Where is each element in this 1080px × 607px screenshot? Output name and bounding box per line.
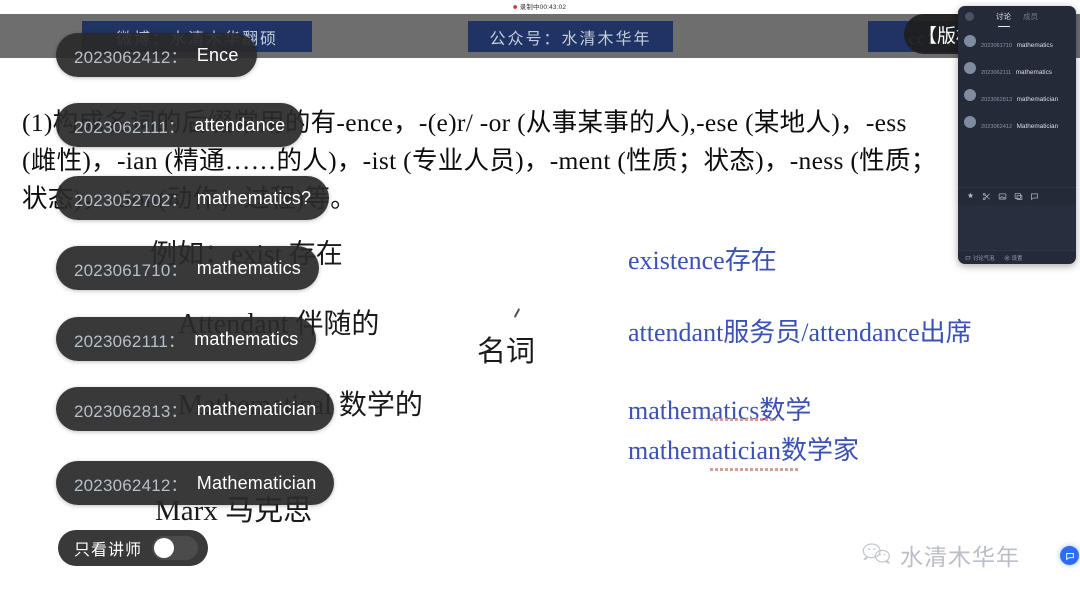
subtitle-message: mathematics? [196,187,312,208]
subtitle-message: mathematics [196,257,301,278]
chat-panel-footer: 讨论气泡 设置 [958,250,1076,264]
subtitle-bubble: 2023061710： mathematics [56,246,319,290]
chat-message-author: 2023062412 [981,124,1013,130]
subtitle-bubble: 2023062412： Ence [56,33,257,77]
screenshot-icon[interactable] [1014,192,1023,201]
comment-icon[interactable] [1030,192,1039,201]
spellcheck-underline-mathematics [710,418,776,421]
bubble-icon [965,255,971,261]
vocab-line-mathematician: mathematician数学家 [628,436,860,465]
subtitle-message: mathematics [194,328,299,349]
watermark-text: 水清木华年 [900,545,1020,570]
subtitle-bubble: 2023062412： Mathematician [56,461,335,505]
subtitle-user-id: 2023052702： [74,190,188,210]
chat-message-text: mathematics [1015,69,1052,76]
subtitle-user-id: 2023061710： [74,260,188,280]
discussion-bubble-label: 讨论气泡 [973,255,995,262]
chat-input-area[interactable] [958,205,1076,250]
chat-message-author: 2023062813 [981,97,1013,103]
avatar [964,62,976,74]
recording-dot-icon [513,5,518,9]
avatar [964,116,976,128]
recording-status-text: 录制中00:43:02 [520,4,567,11]
chat-header-avatar [965,12,974,21]
switch-knob [154,538,175,558]
ink-note-noun-label: 名词 [477,336,536,368]
banner-official-account-text: 公众号：水清木华年 [489,30,652,48]
tab-members[interactable]: 成员 [1023,11,1038,25]
wechat-icon [862,542,892,568]
subtitle-bubble: 2023062111： mathematics [56,317,317,361]
wechat-watermark: 水清木华年 [862,538,1079,572]
gear-icon [1004,255,1009,260]
chat-message-item[interactable]: 2023062813 mathematician [964,88,1070,106]
chat-panel[interactable]: 讨论 成员 2023061710 mathematics 2023062111 … [958,6,1076,264]
only-lecturer-switch[interactable] [152,536,199,560]
settings-button[interactable]: 设置 [1004,254,1023,262]
scissors-icon[interactable] [982,192,991,201]
banner-official-account: 公众号：水清木华年 [468,21,673,52]
chat-panel-header: 讨论 成员 [958,6,1076,30]
subtitle-user-id: 2023062412： [74,47,188,67]
avatar [964,89,976,101]
chat-message-author: 2023062111 [981,70,1012,76]
chat-message-list[interactable]: 2023061710 mathematics 2023062111 mathem… [958,30,1076,187]
subtitle-bubble: 2023062813： mathematician [56,387,335,431]
discussion-bubble-button[interactable]: 讨论气泡 [965,254,995,262]
chat-message-item[interactable]: 2023062412 Mathematician [964,115,1070,133]
subtitle-user-id: 2023062111： [74,331,186,351]
emoji-icon[interactable] [966,192,975,201]
only-lecturer-label: 只看讲师 [74,542,143,559]
only-lecturer-toggle[interactable]: 只看讲师 [58,530,209,566]
chat-message-author: 2023061710 [981,43,1013,49]
chat-message-text: mathematician [1016,96,1059,103]
subtitle-message: Mathematician [196,472,317,493]
image-icon[interactable] [998,192,1007,201]
vocab-line-existence: existence存在 [628,246,777,275]
chat-message-item[interactable]: 2023061710 mathematics [964,34,1070,52]
subtitle-message: Ence [196,44,239,65]
subtitle-message: attendance [194,114,286,135]
chat-tools-row [958,187,1076,205]
subtitle-user-id: 2023062111： [74,117,186,137]
message-badge-icon [1060,546,1079,565]
subtitle-bubble: 2023062111： attendance [56,103,304,147]
tab-discussion[interactable]: 讨论 [996,11,1011,25]
settings-label: 设置 [1011,255,1023,262]
chat-message-text: mathematics [1016,42,1053,49]
ink-tick-mark-icon [513,308,521,318]
vocab-line-attendant: attendant服务员/attendance出席 [628,318,972,347]
lecture-screen-share: 录制中00:43:02 微博：水清木华翻硕 公众号：水清木华年 cc：水清木华年… [0,0,1080,607]
recording-strip: 录制中00:43:02 [0,0,1080,14]
subtitle-message: mathematician [196,398,317,419]
spellcheck-underline-mathematician [710,468,800,471]
subtitle-user-id: 2023062412： [74,475,188,495]
chat-message-text: Mathematician [1016,123,1059,130]
avatar [964,35,976,47]
subtitle-bubble: 2023052702： mathematics? [56,176,330,220]
vocab-line-mathematics: mathematics数学 [628,396,812,425]
chat-message-item[interactable]: 2023062111 mathematics [964,61,1070,79]
subtitle-user-id: 2023062813： [74,401,188,421]
